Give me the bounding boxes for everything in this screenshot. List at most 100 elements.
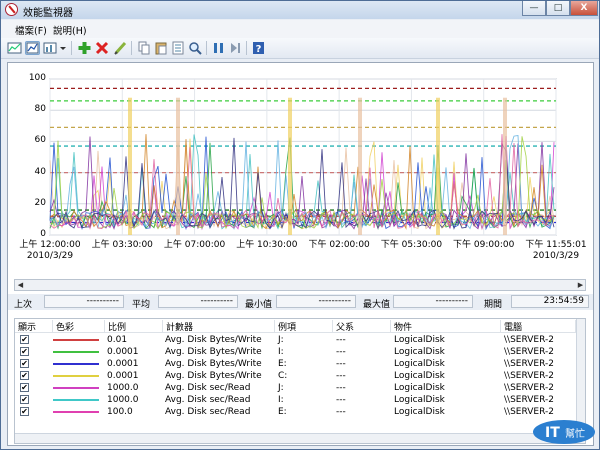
- svg-text:幫忙: 幫忙: [565, 427, 585, 440]
- x-tick-label: 上午 03:30:00: [88, 240, 156, 251]
- scroll-right-arrow-icon[interactable]: ▶: [575, 280, 586, 290]
- cell-instance: C:: [278, 371, 288, 381]
- x-tick-label: 上午 07:00:00: [161, 240, 229, 251]
- color-swatch: [53, 363, 99, 365]
- cell-computer: \\SERVER-2: [504, 359, 554, 369]
- report-view-icon[interactable]: [25, 41, 40, 55]
- perfmon-app-icon: [5, 3, 18, 16]
- x-tick-time: 上午 03:30:00: [91, 240, 153, 250]
- maximize-button[interactable]: □: [546, 1, 570, 16]
- menu-help[interactable]: 說明(H): [53, 23, 87, 37]
- performance-monitor-window: 效能監視器 — □ X 檔案(F) 說明(H) ? 100 80 60 40 2…: [0, 0, 600, 450]
- counter-list[interactable]: 顯示 色彩 比例 計數器 例項 父系 物件 電腦 ✔ 0.01 Avg. Disk …: [14, 318, 586, 444]
- cell-instance: J:: [278, 335, 284, 345]
- series-bar: [176, 97, 180, 235]
- x-tick-time: 下午 05:30:00: [380, 240, 443, 250]
- scroll-left-arrow-icon[interactable]: ◀: [15, 280, 26, 290]
- x-tick-time: 上午 07:00:00: [163, 240, 226, 250]
- toolbar-separator: [131, 41, 132, 55]
- monitor-panel: 100 80 60 40 20 0 上午 12:00:00 2010/3/29 上午 03:3…: [7, 62, 594, 446]
- series-bar: [436, 97, 440, 235]
- counter-row[interactable]: ✔ 1000.0 Avg. Disk sec/Read I: --- LogicalDis…: [15, 394, 576, 406]
- counter-row[interactable]: ✔ 100.0 Avg. Disk sec/Read E: --- LogicalDisk…: [15, 406, 576, 418]
- paste-icon[interactable]: [154, 41, 169, 55]
- color-swatch: [53, 339, 99, 341]
- svg-text:IT: IT: [545, 425, 560, 441]
- counter-list-horizontal-scrollbar[interactable]: [15, 433, 576, 443]
- column-computer[interactable]: 電腦: [501, 320, 576, 333]
- column-object[interactable]: 物件: [391, 320, 501, 333]
- graph-view-icon[interactable]: [7, 41, 22, 55]
- x-tick-time: 下午 02:00:00: [308, 240, 370, 250]
- properties-icon[interactable]: [171, 41, 186, 55]
- help-icon[interactable]: ?: [251, 41, 266, 55]
- freeze-icon[interactable]: [211, 41, 226, 55]
- cell-counter: Avg. Disk Bytes/Write: [165, 347, 262, 357]
- add-counter-icon[interactable]: [77, 41, 92, 55]
- cell-parent: ---: [336, 383, 346, 393]
- counter-row[interactable]: ✔ 0.01 Avg. Disk Bytes/Write J: --- LogicalDi…: [15, 334, 576, 346]
- column-instance[interactable]: 例項: [275, 320, 333, 333]
- chart-type-icon[interactable]: [43, 41, 58, 55]
- zoom-icon[interactable]: [188, 41, 203, 55]
- x-tick-label: 上午 12:00:00 2010/3/29: [16, 240, 84, 262]
- maximum-label: 最大值: [363, 300, 391, 310]
- show-checkbox[interactable]: ✔: [20, 347, 29, 356]
- update-data-icon[interactable]: [228, 41, 243, 55]
- x-tick-time: 上午 10:30:00: [236, 240, 298, 250]
- column-color[interactable]: 色彩: [53, 320, 105, 333]
- cell-object: LogicalDisk: [394, 335, 445, 345]
- close-button[interactable]: X: [570, 1, 598, 16]
- show-checkbox[interactable]: ✔: [20, 383, 29, 392]
- copy-icon[interactable]: [137, 41, 152, 55]
- menu-file[interactable]: 檔案(F): [15, 23, 47, 37]
- cell-counter: Avg. Disk Bytes/Write: [165, 335, 262, 345]
- time-scrollbar[interactable]: ◀ ▶: [14, 279, 586, 291]
- maximum-value: ----------: [393, 295, 473, 308]
- cell-parent: ---: [336, 395, 346, 405]
- series-bar: [288, 97, 292, 235]
- x-tick-time: 上午 12:00:00: [19, 240, 81, 250]
- counter-row[interactable]: ✔ 1000.0 Avg. Disk sec/Read J: --- LogicalDis…: [15, 382, 576, 394]
- cell-computer: \\SERVER-2: [504, 371, 554, 381]
- show-checkbox[interactable]: ✔: [20, 335, 29, 344]
- counter-row[interactable]: ✔ 0.0001 Avg. Disk Bytes/Write E: --- Logical…: [15, 358, 576, 370]
- cell-counter: Avg. Disk Bytes/Write: [165, 359, 262, 369]
- minimize-button[interactable]: —: [522, 1, 546, 16]
- title-bar: 效能監視器 — □ X: [1, 1, 599, 19]
- highlight-icon[interactable]: [113, 41, 128, 55]
- cell-parent: ---: [336, 407, 346, 417]
- column-counter[interactable]: 計數器: [163, 320, 275, 333]
- cell-object: LogicalDisk: [394, 347, 445, 357]
- cell-object: LogicalDisk: [394, 395, 445, 405]
- performance-graph[interactable]: 100 80 60 40 20 0 上午 12:00:00 2010/3/29 上午 03:3…: [8, 63, 593, 278]
- x-tick-time: 下午 09:00:00: [453, 240, 515, 250]
- toolbar-separator: [246, 41, 247, 55]
- color-swatch: [53, 387, 99, 389]
- counter-row[interactable]: ✔ 0.0001 Avg. Disk Bytes/Write C: --- Logical…: [15, 370, 576, 382]
- column-parent[interactable]: 父系: [333, 320, 391, 333]
- cell-object: LogicalDisk: [394, 359, 445, 369]
- color-swatch: [53, 399, 99, 401]
- cell-instance: J:: [278, 383, 284, 393]
- show-checkbox[interactable]: ✔: [20, 371, 29, 380]
- cell-instance: I:: [278, 347, 284, 357]
- delete-counter-icon[interactable]: [95, 41, 110, 55]
- column-scale[interactable]: 比例: [105, 320, 163, 333]
- statistics-bar: 上次 ---------- 平均 ---------- 最小值 --------…: [8, 294, 593, 310]
- cell-object: LogicalDisk: [394, 371, 445, 381]
- show-checkbox[interactable]: ✔: [20, 359, 29, 368]
- counter-row[interactable]: ✔ 0.0001 Avg. Disk Bytes/Write I: --- Logical…: [15, 346, 576, 358]
- show-checkbox[interactable]: ✔: [20, 407, 29, 416]
- show-checkbox[interactable]: ✔: [20, 395, 29, 404]
- cell-scale: 0.0001: [107, 371, 139, 381]
- cell-scale: 0.0001: [107, 347, 139, 357]
- cell-counter: Avg. Disk sec/Read: [165, 395, 251, 405]
- series-bar: [128, 97, 132, 235]
- column-show[interactable]: 顯示: [15, 320, 53, 333]
- cell-computer: \\SERVER-2: [504, 335, 554, 345]
- cell-scale: 100.0: [107, 407, 133, 417]
- average-label: 平均: [132, 300, 151, 310]
- cell-counter: Avg. Disk sec/Read: [165, 383, 251, 393]
- dropdown-icon[interactable]: [59, 41, 67, 55]
